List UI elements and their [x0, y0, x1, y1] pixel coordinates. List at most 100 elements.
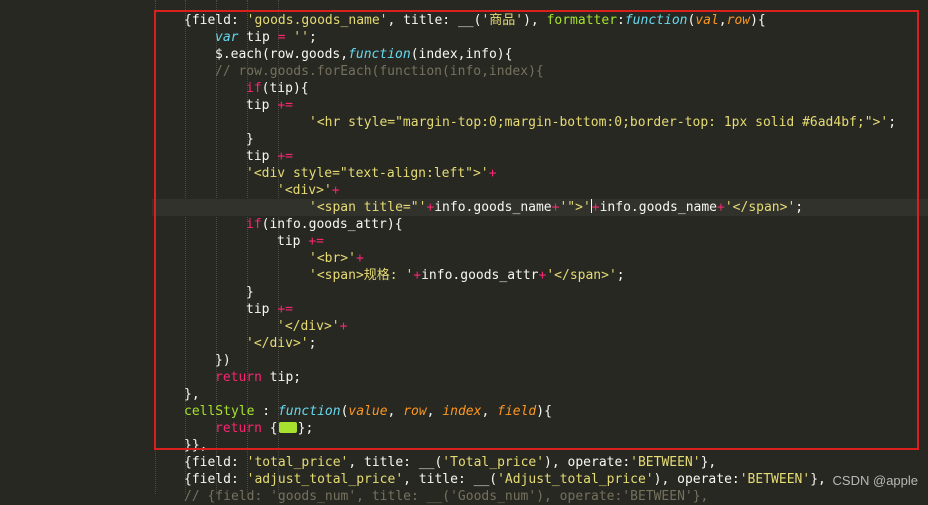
- code-token: }: [246, 285, 254, 300]
- code-line[interactable]: '</div>';: [152, 335, 928, 352]
- code-token: 'adjust_total_price': [246, 472, 404, 487]
- code-line[interactable]: '<span>规格: '+info.goods_attr+'</span>';: [152, 267, 928, 284]
- code-token: tip;: [261, 370, 302, 385]
- code-token: +=: [308, 234, 324, 249]
- code-token: }): [215, 353, 231, 368]
- code-token: // row.goods.forEach(function(info,index…: [215, 64, 544, 79]
- code-token: }: [246, 132, 254, 147]
- code-token: ;: [308, 336, 317, 351]
- code-token: tip: [246, 302, 278, 317]
- watermark-text: CSDN @apple: [832, 473, 918, 488]
- code-line[interactable]: tip +=: [152, 148, 928, 165]
- code-line[interactable]: '</div>'+: [152, 318, 928, 335]
- code-token: (tip){: [261, 81, 309, 96]
- code-line[interactable]: // row.goods.forEach(function(info,index…: [152, 63, 928, 80]
- code-token: :: [617, 13, 625, 28]
- code-token: +: [591, 200, 600, 215]
- code-line[interactable]: '<br>'+: [152, 250, 928, 267]
- code-line[interactable]: if(info.goods_attr){: [152, 216, 928, 233]
- code-line[interactable]: tip +=: [152, 233, 928, 250]
- code-token: 'goods.goods_name': [246, 13, 388, 28]
- code-token: '<div>': [277, 183, 332, 198]
- code-line[interactable]: var tip = '';: [152, 29, 928, 46]
- code-token: return: [215, 370, 262, 385]
- code-token: +: [355, 251, 364, 266]
- code-token: };: [297, 421, 314, 436]
- code-token: }},: [184, 438, 208, 453]
- code-token: , title: __(: [403, 472, 498, 487]
- code-token: formatter: [546, 13, 618, 28]
- code-token: field: [497, 404, 537, 419]
- code-token: +=: [277, 149, 293, 164]
- code-token: ;: [888, 115, 897, 130]
- code-token: '</span>': [546, 268, 617, 283]
- code-token: '': [293, 30, 309, 45]
- code-token: '<hr style="margin-top:0;margin-bottom:0…: [309, 115, 889, 130]
- code-token: info.goods_name: [434, 200, 552, 215]
- code-token: row: [726, 13, 751, 28]
- code-line[interactable]: '<span title="'+info.goods_name+'">'+inf…: [152, 199, 928, 216]
- code-line[interactable]: tip +=: [152, 301, 928, 318]
- code-token: +: [339, 319, 348, 334]
- code-line[interactable]: {field: 'total_price', title: __('Total_…: [152, 454, 928, 471]
- code-line[interactable]: $.each(row.goods,function(index,info){: [152, 46, 928, 63]
- code-line[interactable]: tip +=: [152, 97, 928, 114]
- code-editor[interactable]: {field: 'goods.goods_name', title: __('商…: [0, 0, 928, 504]
- code-token: function: [277, 404, 341, 419]
- code-token: :: [254, 404, 278, 419]
- code-line[interactable]: '<hr style="margin-top:0;margin-bottom:0…: [152, 114, 928, 131]
- code-line[interactable]: return {};: [152, 420, 928, 437]
- code-token: {field:: [184, 455, 247, 470]
- code-token: +=: [277, 98, 293, 113]
- code-token: function: [624, 13, 688, 28]
- code-line[interactable]: {field: 'goods.goods_name', title: __('商…: [152, 12, 928, 29]
- code-token: tip: [277, 234, 309, 249]
- code-token: ,: [481, 404, 498, 419]
- code-line[interactable]: if(tip){: [152, 80, 928, 97]
- code-token: ), operate:: [653, 472, 740, 487]
- code-token: {: [261, 421, 278, 436]
- code-token: return: [215, 421, 262, 436]
- code-line[interactable]: }: [152, 284, 928, 301]
- code-token: (info.goods_attr){: [261, 217, 403, 232]
- code-token: info.goods_attr: [421, 268, 539, 283]
- code-line[interactable]: cellStyle : function(value, row, index, …: [152, 403, 928, 420]
- code-token: ,: [387, 404, 404, 419]
- code-token: 'BETWEEN': [630, 455, 701, 470]
- code-token: , title: __(: [387, 13, 482, 28]
- code-token: if: [246, 81, 262, 96]
- code-token: function: [348, 47, 411, 62]
- code-token: +: [488, 166, 497, 181]
- code-token: ){: [536, 404, 552, 419]
- code-token: ),: [523, 13, 547, 28]
- code-token: index: [442, 404, 482, 419]
- code-token: {field:: [184, 472, 247, 487]
- code-token: },: [700, 455, 717, 470]
- code-token: var: [215, 30, 239, 45]
- code-token: ){: [750, 13, 766, 28]
- code-line[interactable]: // {field: 'goods_num', title: __('Goods…: [152, 488, 928, 505]
- code-token: ,: [718, 13, 727, 28]
- code-token: 'total_price': [246, 455, 349, 470]
- code-token: 'BETWEEN': [739, 472, 811, 487]
- code-line[interactable]: return tip;: [152, 369, 928, 386]
- code-line[interactable]: '<div style="text-align:left">'+: [152, 165, 928, 182]
- code-token: val: [695, 13, 719, 28]
- code-token: if: [246, 217, 262, 232]
- code-line[interactable]: }},: [152, 437, 928, 454]
- code-line[interactable]: '<div>'+: [152, 182, 928, 199]
- editor-gutter: [0, 0, 150, 494]
- code-token: info.goods_name: [599, 200, 718, 215]
- code-token: // {field: 'goods_num', title: __('Goods…: [184, 489, 709, 504]
- code-line[interactable]: }): [152, 352, 928, 369]
- code-token: '<div style="text-align:left">': [246, 166, 489, 181]
- code-line[interactable]: },: [152, 386, 928, 403]
- code-line[interactable]: }: [152, 131, 928, 148]
- code-token: '商品': [481, 13, 524, 28]
- code-token: ;: [616, 268, 625, 283]
- code-line[interactable]: {field: 'adjust_total_price', title: __(…: [152, 471, 928, 488]
- code-token: '">': [559, 200, 591, 215]
- code-token: $.each(row.goods,: [215, 47, 349, 62]
- code-token: (index,info){: [410, 47, 513, 62]
- code-token: ,: [426, 404, 443, 419]
